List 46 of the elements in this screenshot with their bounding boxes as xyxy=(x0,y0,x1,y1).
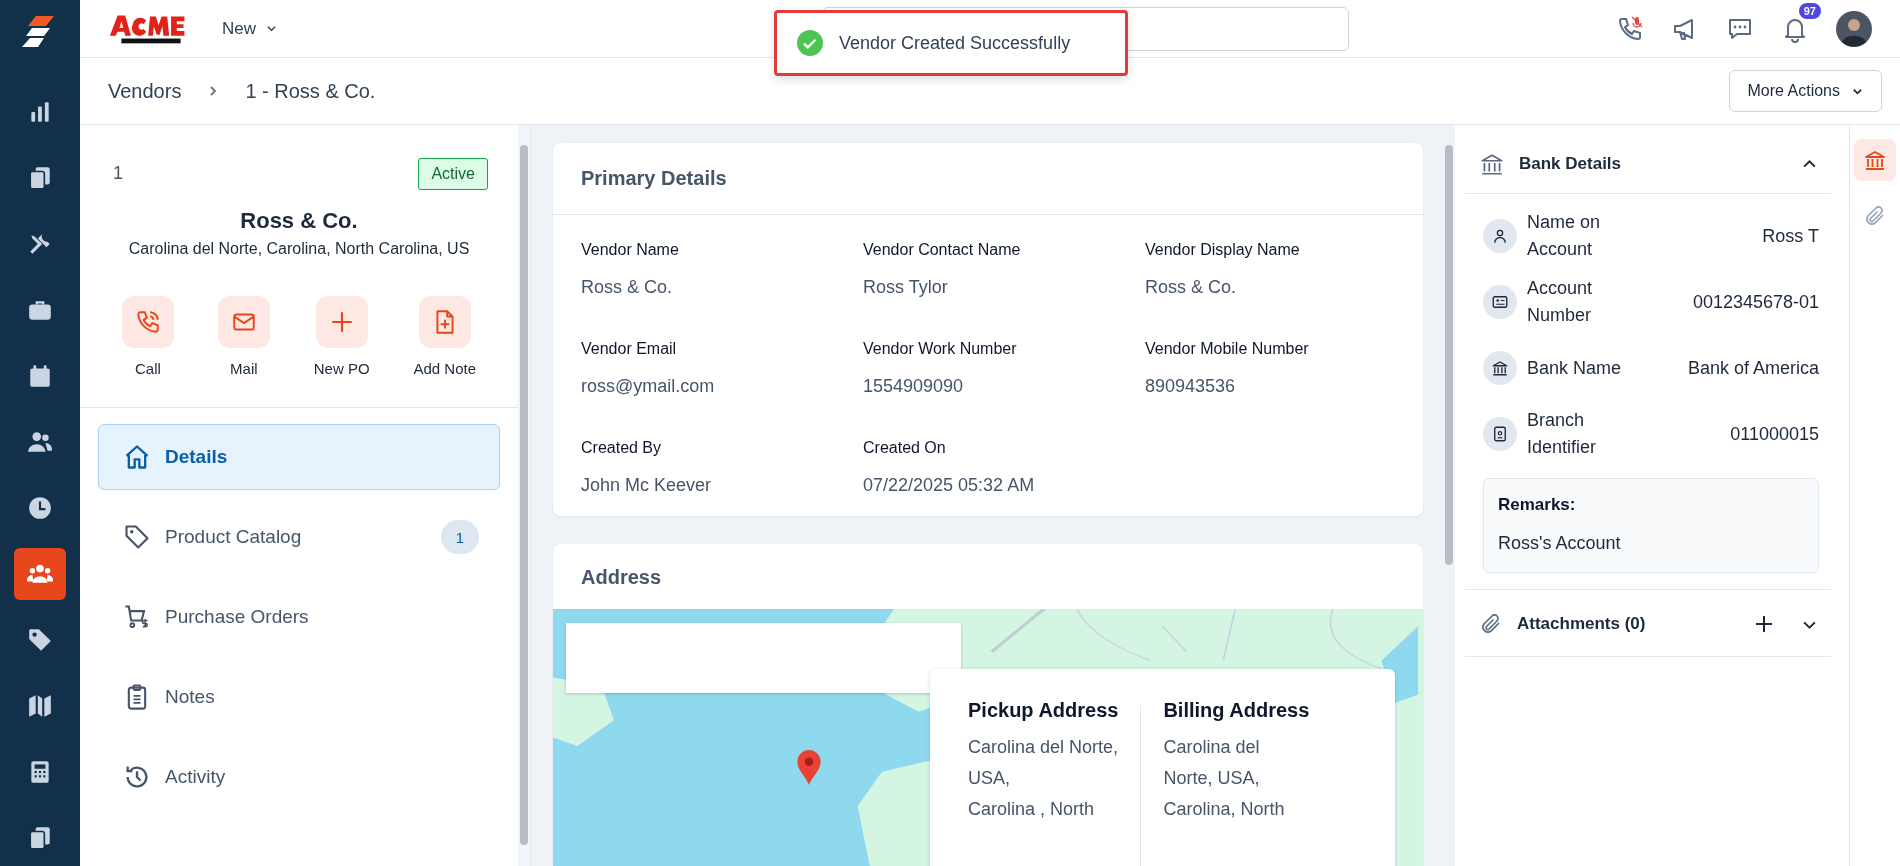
field-value: 07/22/2025 05:32 AM xyxy=(863,475,1036,496)
field-value: ross@ymail.com xyxy=(581,376,716,397)
breadcrumb-current: 1 - Ross & Co. xyxy=(245,79,376,103)
bank-field-value: 011000015 xyxy=(1729,423,1819,445)
section-title: Bank Details xyxy=(1519,154,1623,174)
field-value: 890943536 xyxy=(1145,376,1237,397)
field-label: Vendor Display Name xyxy=(1145,241,1301,259)
vendor-address: Carolina del Norte, Carolina, North Carolina, US xyxy=(127,239,471,259)
bank-field-value: Ross T xyxy=(1761,225,1819,247)
field-label: Vendor Mobile Number xyxy=(1145,340,1310,358)
remarks-text: Ross's Account xyxy=(1498,533,1622,554)
section-title: Primary Details xyxy=(553,143,1423,215)
action-label: Add Note xyxy=(413,360,476,377)
field-value: Ross Tylor xyxy=(863,277,949,298)
field-label: Vendor Name xyxy=(581,241,680,259)
section-title: Attachments (0) xyxy=(1517,614,1647,634)
field-label: Vendor Work Number xyxy=(863,340,1018,358)
field-value: John Mc Keever xyxy=(581,475,713,496)
address-title: Billing Address xyxy=(1163,699,1310,722)
field-value: Ross & Co. xyxy=(1145,277,1238,298)
toast-message: Vendor Created Successfully xyxy=(839,32,1071,54)
field-value: 1554909090 xyxy=(863,376,965,397)
bank-field-label: Branch Identifier xyxy=(1527,409,1598,459)
section-title: Address xyxy=(580,565,663,590)
status-badge: Active xyxy=(418,158,488,190)
action-label: New PO xyxy=(313,360,370,377)
vendor-number: 1 xyxy=(113,163,123,184)
field-label: Created By xyxy=(581,439,663,457)
bank-field-label: Name on Account xyxy=(1527,211,1602,261)
field-value: Ross & Co. xyxy=(581,277,674,298)
vendor-name: Ross & Co. xyxy=(239,208,359,234)
field-label: Created On xyxy=(863,439,947,457)
action-label: Call xyxy=(135,360,161,377)
address-text: Carolina del Norte, USA, Carolina, North xyxy=(1163,736,1286,821)
bank-field-value: Bank of America xyxy=(1686,357,1819,379)
count-badge: 1 xyxy=(441,520,479,554)
field-label: Vendor Contact Name xyxy=(863,241,1022,259)
field-label: Vendor Email xyxy=(581,340,678,358)
address-text: Carolina del Norte, USA, Carolina , North xyxy=(968,736,1119,821)
action-label: Mail xyxy=(230,360,258,377)
remarks-label: Remarks: xyxy=(1498,495,1577,515)
bank-field-label: Bank Name xyxy=(1527,356,1623,380)
address-title: Pickup Address xyxy=(968,699,1119,722)
bank-field-label: Account Number xyxy=(1527,277,1594,327)
notification-badge: 97 xyxy=(1798,2,1821,19)
bank-field-value: 0012345678-01 xyxy=(1691,291,1819,313)
